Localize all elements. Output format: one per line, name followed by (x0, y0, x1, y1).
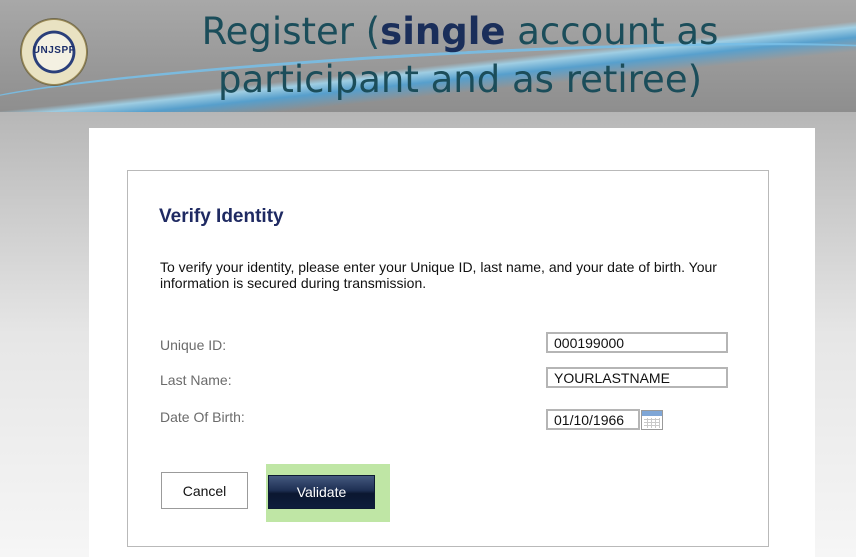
logo-text: UNJSPF (32, 45, 76, 56)
title-prefix: Register ( (201, 10, 381, 53)
calendar-icon-header (642, 411, 662, 416)
date-of-birth-label: Date Of Birth: (160, 409, 245, 425)
unique-id-label: Unique ID: (160, 337, 227, 353)
last-name-input[interactable] (546, 367, 728, 388)
form-heading: Verify Identity (159, 206, 284, 227)
cancel-button[interactable]: Cancel (161, 472, 248, 509)
form-description: To verify your identity, please enter yo… (160, 259, 717, 291)
last-name-label: Last Name: (160, 372, 232, 388)
unjspf-logo: UNJSPF (20, 18, 88, 86)
title-bold: single (380, 10, 506, 53)
calendar-icon-grid (644, 418, 660, 428)
calendar-icon[interactable] (641, 410, 663, 430)
unique-id-input[interactable] (546, 332, 728, 353)
page-title: Register (single account as participant … (140, 8, 780, 104)
validate-button[interactable]: Validate (268, 475, 375, 509)
date-of-birth-input[interactable] (546, 409, 640, 430)
